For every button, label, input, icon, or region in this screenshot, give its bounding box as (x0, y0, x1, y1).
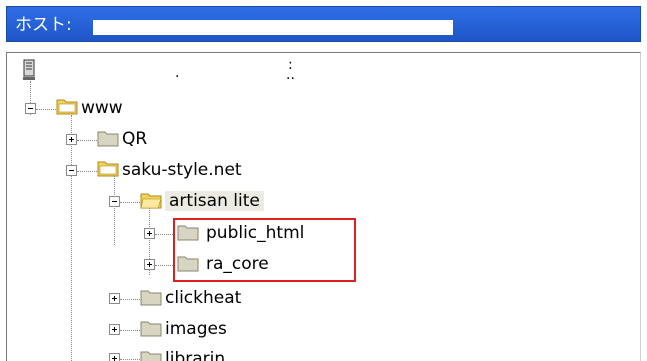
folder-icon (97, 131, 119, 147)
tree-item-librarin[interactable]: librarin (165, 349, 225, 361)
tree-item-artisan-lite[interactable]: artisan lite (165, 191, 264, 211)
folder-icon (140, 351, 162, 361)
tree-item-images[interactable]: images (165, 319, 227, 339)
folder-open-icon (97, 161, 119, 177)
folder-icon (140, 290, 162, 306)
collapse-www-toggle[interactable] (25, 103, 36, 114)
expand-qr-toggle[interactable] (66, 134, 77, 145)
tree-item-saku-style-net[interactable]: saku-style.net (122, 160, 242, 180)
tree-item-qr[interactable]: QR (122, 129, 147, 149)
root-dotdot: .. (286, 67, 295, 83)
expand-clickheat-toggle[interactable] (109, 293, 120, 304)
tree-item-www[interactable]: www (81, 98, 123, 118)
server-icon (23, 59, 35, 80)
expand-public-html-toggle[interactable] (144, 228, 155, 239)
root-dot: . (175, 65, 180, 81)
folder-open-icon (56, 99, 78, 115)
expand-librarin-toggle[interactable] (109, 353, 120, 361)
folder-icon (140, 321, 162, 337)
redacted-host-value (93, 20, 453, 35)
expand-ra-core-toggle[interactable] (144, 259, 155, 270)
collapse-artisan-lite-toggle[interactable] (109, 196, 120, 207)
tree-item-clickheat[interactable]: clickheat (165, 288, 241, 308)
folder-open-icon (140, 193, 162, 209)
host-bar: ホスト: (6, 6, 641, 42)
expand-images-toggle[interactable] (109, 324, 120, 335)
directory-tree[interactable]: . : .. www QR saku-style.net artisan lit… (6, 52, 641, 361)
highlight-box (173, 218, 356, 282)
host-label: ホスト: (15, 15, 72, 35)
collapse-saku-style-toggle[interactable] (66, 165, 77, 176)
